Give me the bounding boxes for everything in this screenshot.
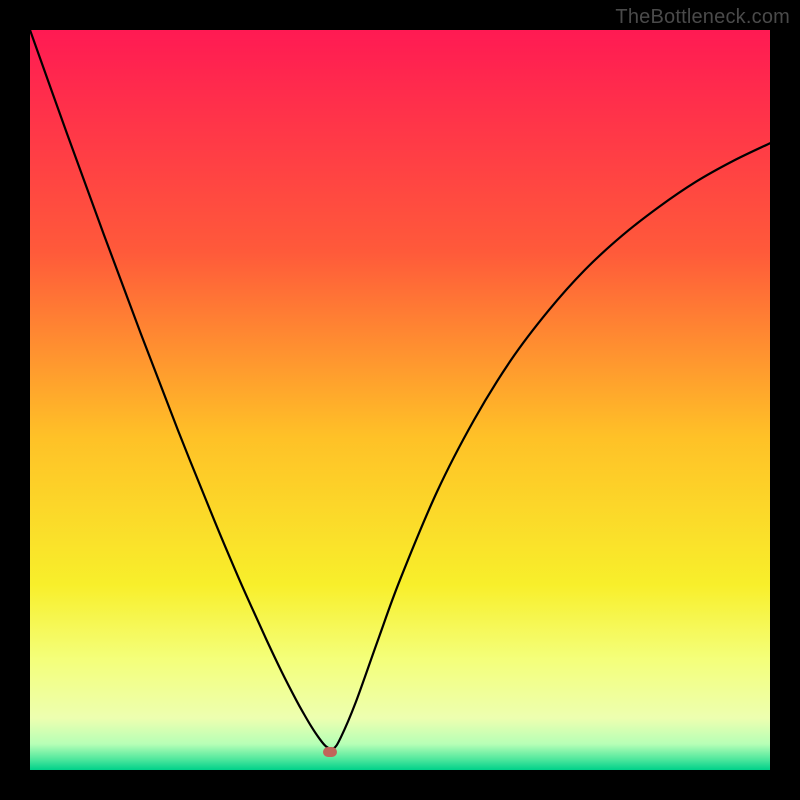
- chart-frame: TheBottleneck.com: [0, 0, 800, 800]
- bottleneck-marker: [323, 747, 337, 757]
- gradient-background: [30, 30, 770, 770]
- chart-svg: [30, 30, 770, 770]
- plot-area: [30, 30, 770, 770]
- watermark-text: TheBottleneck.com: [615, 6, 790, 29]
